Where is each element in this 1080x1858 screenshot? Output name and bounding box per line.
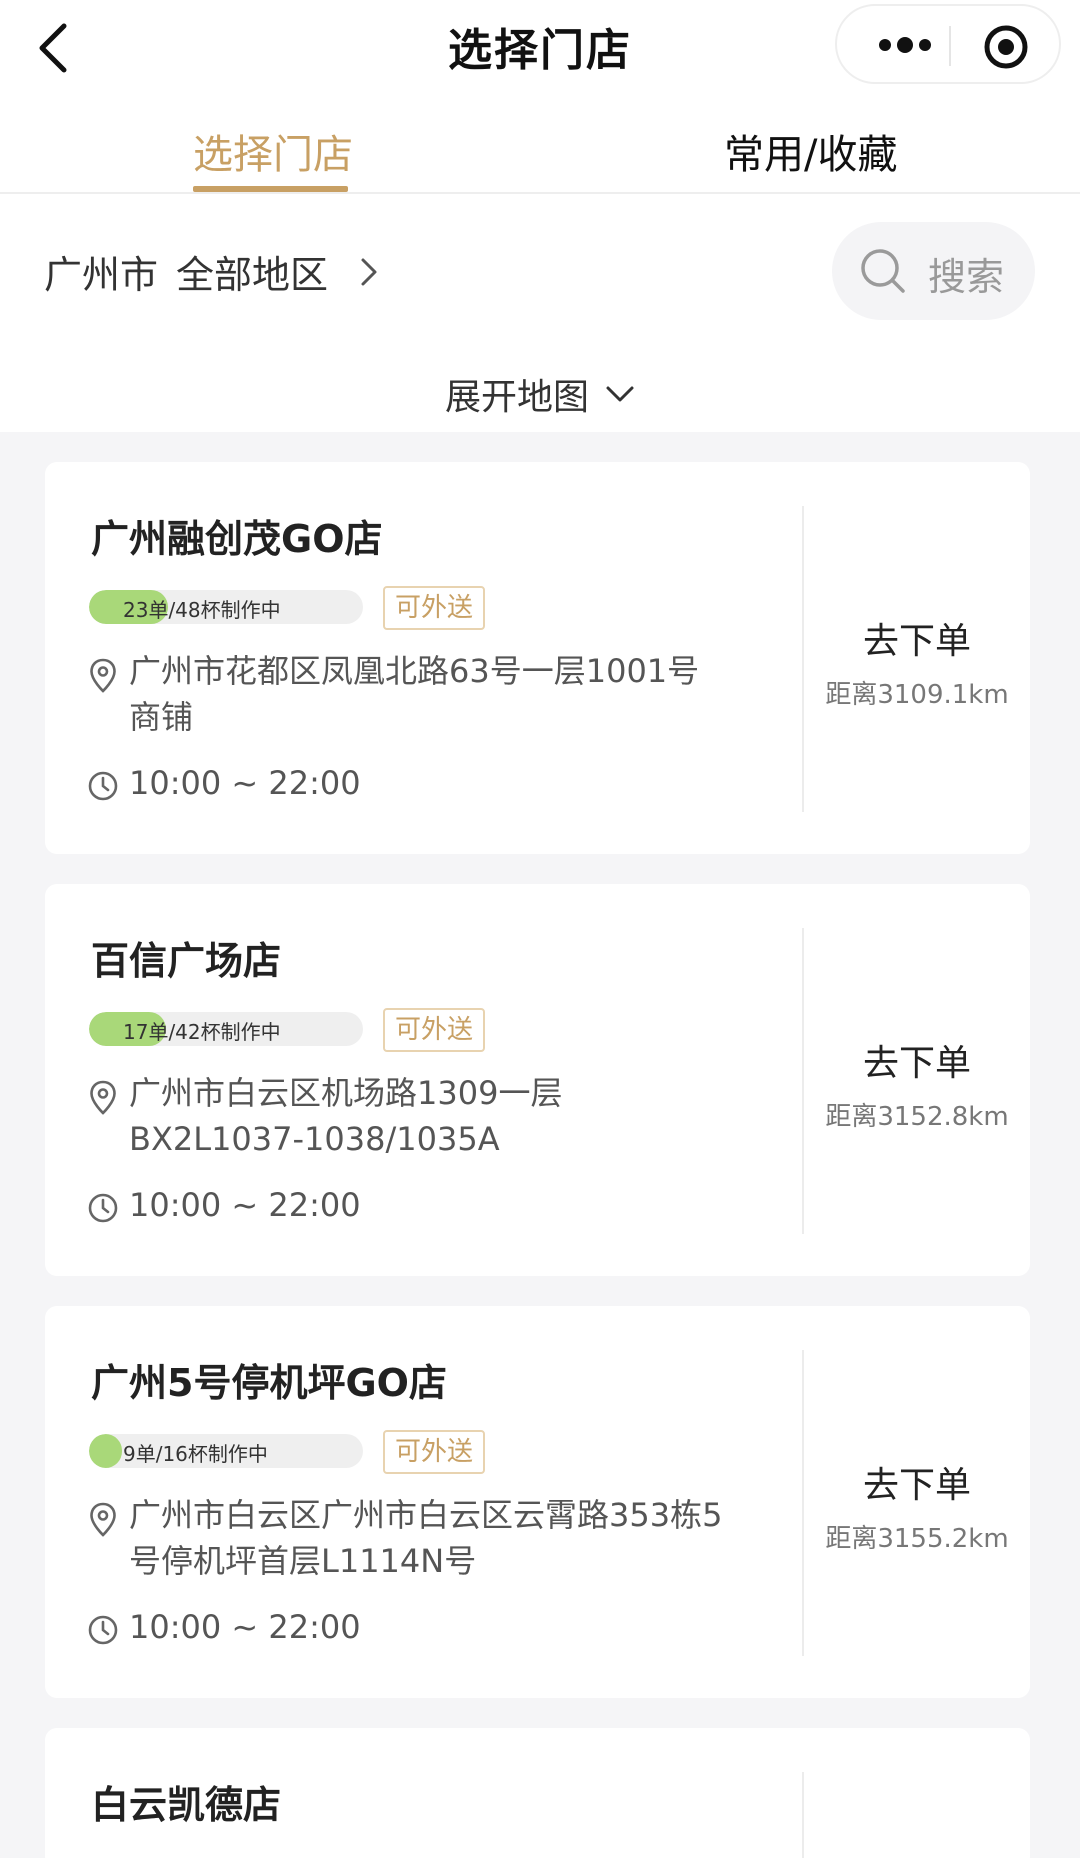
location-pin-icon xyxy=(90,658,116,693)
order-progress-label: 17单/42杯制作中 xyxy=(123,1020,281,1044)
city-region-selector[interactable]: 广州市 全部地区 xyxy=(44,244,380,299)
tab-favorites[interactable]: 常用/收藏 xyxy=(724,122,897,180)
store-card[interactable]: 白云凯德店 xyxy=(45,1728,1030,1858)
store-card[interactable]: 广州融创茂GO店 23单/48杯制作中 可外送 广州市花都区凤凰北路63号一层1… xyxy=(45,462,1030,854)
store-distance: 距离3155.2km xyxy=(825,1524,1009,1554)
delivery-badge: 可外送 xyxy=(383,586,486,630)
store-distance: 距离3152.8km xyxy=(825,1102,1009,1132)
location-pin-icon xyxy=(90,1080,116,1115)
store-address: 广州市白云区广州市白云区云霄路353栋5号停机坪首层L1114N号 xyxy=(129,1496,723,1580)
business-hours: 10:00 ~ 22:00 xyxy=(129,1186,361,1224)
tab-bar-divider xyxy=(0,192,1080,194)
capsule-divider xyxy=(949,26,951,66)
store-card[interactable]: 百信广场店 17单/42杯制作中 可外送 广州市白云区机场路1309一层BX2L… xyxy=(45,884,1030,1276)
store-card[interactable]: 广州5号停机坪GO店 9单/16杯制作中 可外送 广州市白云区广州市白云区云霄路… xyxy=(45,1306,1030,1698)
region-label: 全部地区 xyxy=(176,253,329,297)
clock-icon xyxy=(88,771,118,801)
chevron-down-icon xyxy=(606,386,634,402)
order-button[interactable]: 去下单 xyxy=(804,612,1030,664)
order-progress-label: 23单/48杯制作中 xyxy=(123,598,281,622)
search-input[interactable]: 搜索 xyxy=(832,222,1035,320)
store-name: 百信广场店 xyxy=(91,939,282,983)
card-divider xyxy=(802,1772,804,1858)
target-circle-icon xyxy=(984,25,1028,69)
expand-map-label: 展开地图 xyxy=(444,377,589,418)
more-button[interactable] xyxy=(875,30,935,60)
city-label: 广州市 xyxy=(44,253,159,297)
order-progress-bar: 23单/48杯制作中 xyxy=(89,590,363,624)
clock-icon xyxy=(88,1193,118,1223)
order-progress-label: 9单/16杯制作中 xyxy=(123,1442,268,1466)
delivery-badge: 可外送 xyxy=(383,1008,486,1052)
close-button[interactable] xyxy=(983,24,1029,70)
search-icon xyxy=(861,249,905,293)
expand-map-toggle[interactable]: 展开地图 xyxy=(0,368,1080,420)
store-address: 广州市白云区机场路1309一层BX2L1037-1038/1035A xyxy=(129,1074,563,1158)
order-button[interactable]: 去下单 xyxy=(804,1034,1030,1086)
search-placeholder: 搜索 xyxy=(928,255,1005,299)
mini-program-capsule xyxy=(835,4,1061,84)
order-progress-bar: 9单/16杯制作中 xyxy=(89,1434,363,1468)
store-distance: 距离3109.1km xyxy=(825,680,1009,710)
delivery-badge: 可外送 xyxy=(383,1430,486,1474)
store-name: 广州融创茂GO店 xyxy=(91,517,383,561)
order-progress-bar: 17单/42杯制作中 xyxy=(89,1012,363,1046)
location-pin-icon xyxy=(90,1502,116,1537)
store-address: 广州市花都区凤凰北路63号一层1001号商铺 xyxy=(129,652,700,736)
order-button[interactable]: 去下单 xyxy=(804,1456,1030,1508)
chevron-right-icon xyxy=(361,258,377,285)
store-name: 白云凯德店 xyxy=(91,1783,282,1827)
order-progress-fill xyxy=(89,1434,122,1468)
business-hours: 10:00 ~ 22:00 xyxy=(129,764,361,802)
store-name: 广州5号停机坪GO店 xyxy=(91,1361,447,1405)
more-dots-icon xyxy=(879,37,931,53)
business-hours: 10:00 ~ 22:00 xyxy=(129,1608,361,1646)
tab-select-store[interactable]: 选择门店 xyxy=(193,122,353,180)
clock-icon xyxy=(88,1615,118,1645)
